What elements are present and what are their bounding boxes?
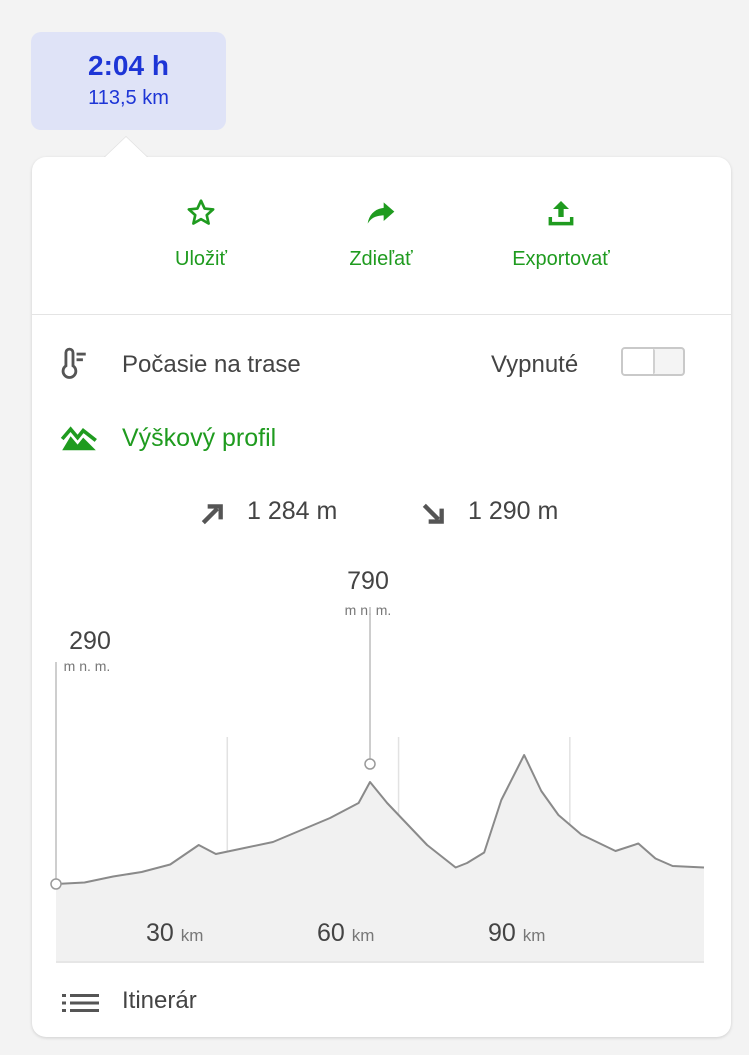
km-label-60: 60 km <box>317 919 374 948</box>
save-button[interactable]: Uložiť <box>126 197 276 271</box>
export-button[interactable]: Exportovať <box>486 197 636 271</box>
star-outline-icon <box>187 199 215 225</box>
km-mark-unit: km <box>351 926 375 945</box>
km-label-90: 90 km <box>488 919 545 948</box>
list-icon <box>62 994 99 1012</box>
itinerary-row[interactable]: Itinerár <box>32 982 731 1022</box>
share-label: Zdieľať <box>349 248 413 270</box>
weather-toggle[interactable] <box>621 347 685 376</box>
elevation-marker-dot <box>50 878 62 890</box>
save-label: Uložiť <box>175 248 227 270</box>
card-pointer <box>104 137 148 158</box>
descent-value: 1 290 m <box>468 497 559 525</box>
itinerary-label: Itinerár <box>122 987 197 1014</box>
km-mark-unit: km <box>522 926 546 945</box>
ascent-arrow-icon <box>201 504 223 525</box>
export-label: Exportovať <box>512 248 610 270</box>
weather-state: Vypnuté <box>491 351 579 378</box>
descent-arrow-icon <box>422 503 444 524</box>
toggle-knob <box>623 349 655 374</box>
km-label-30: 30 km <box>146 919 203 948</box>
weather-row: Počasie na trase Vypnuté <box>32 343 731 383</box>
route-duration: 2:04 h <box>88 50 169 81</box>
elevation-marker-dot <box>364 758 376 770</box>
thermometer-icon <box>61 347 86 379</box>
elevation-profile-row[interactable]: Výškový profil <box>32 419 731 459</box>
elevation-mountain-icon <box>60 426 97 451</box>
elevation-chart[interactable] <box>32 557 731 977</box>
km-mark-unit: km <box>180 926 204 945</box>
route-distance: 113,5 km <box>88 87 169 109</box>
km-mark-value: 90 <box>488 919 516 947</box>
route-detail-card: Uložiť Zdieľať Exportovať Počasie na tra… <box>32 157 731 1037</box>
route-summary-badge[interactable]: 2:04 h 113,5 km <box>31 32 226 130</box>
elevation-label: Výškový profil <box>122 424 277 452</box>
export-upload-icon <box>548 201 574 226</box>
section-divider <box>32 314 731 315</box>
km-mark-value: 60 <box>317 919 345 947</box>
weather-label: Počasie na trase <box>122 351 301 378</box>
share-button[interactable]: Zdieľať <box>306 197 456 271</box>
action-bar: Uložiť Zdieľať Exportovať <box>32 157 731 314</box>
ascent-value: 1 284 m <box>247 497 338 525</box>
km-mark-value: 30 <box>146 919 174 947</box>
share-arrow-icon <box>367 202 395 224</box>
